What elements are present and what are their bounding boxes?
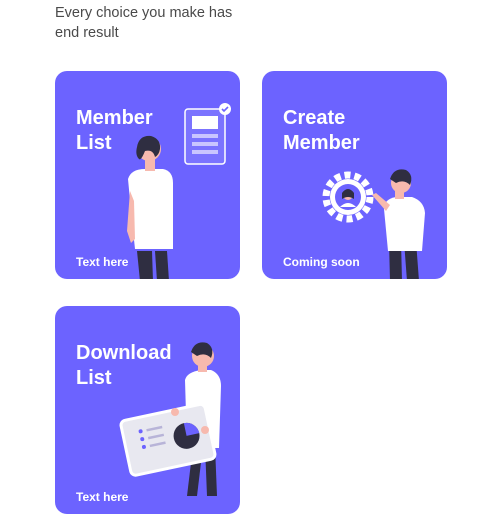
create-member-card[interactable]: Create Member Coming soon bbox=[262, 71, 447, 279]
person-with-gear-illustration bbox=[322, 169, 425, 279]
card-subtitle: Text here bbox=[76, 255, 129, 269]
intro-text: Every choice you make has end result bbox=[55, 5, 233, 41]
card-subtitle: Text here bbox=[76, 490, 129, 504]
card-subtitle: Coming soon bbox=[283, 255, 360, 269]
download-list-card[interactable]: Download List Text here bbox=[55, 306, 240, 514]
member-list-card[interactable]: Member List Text here bbox=[55, 71, 240, 279]
gear-icon bbox=[322, 171, 374, 223]
person-with-document-illustration bbox=[127, 103, 231, 279]
person-with-chart-board-illustration bbox=[119, 342, 221, 496]
